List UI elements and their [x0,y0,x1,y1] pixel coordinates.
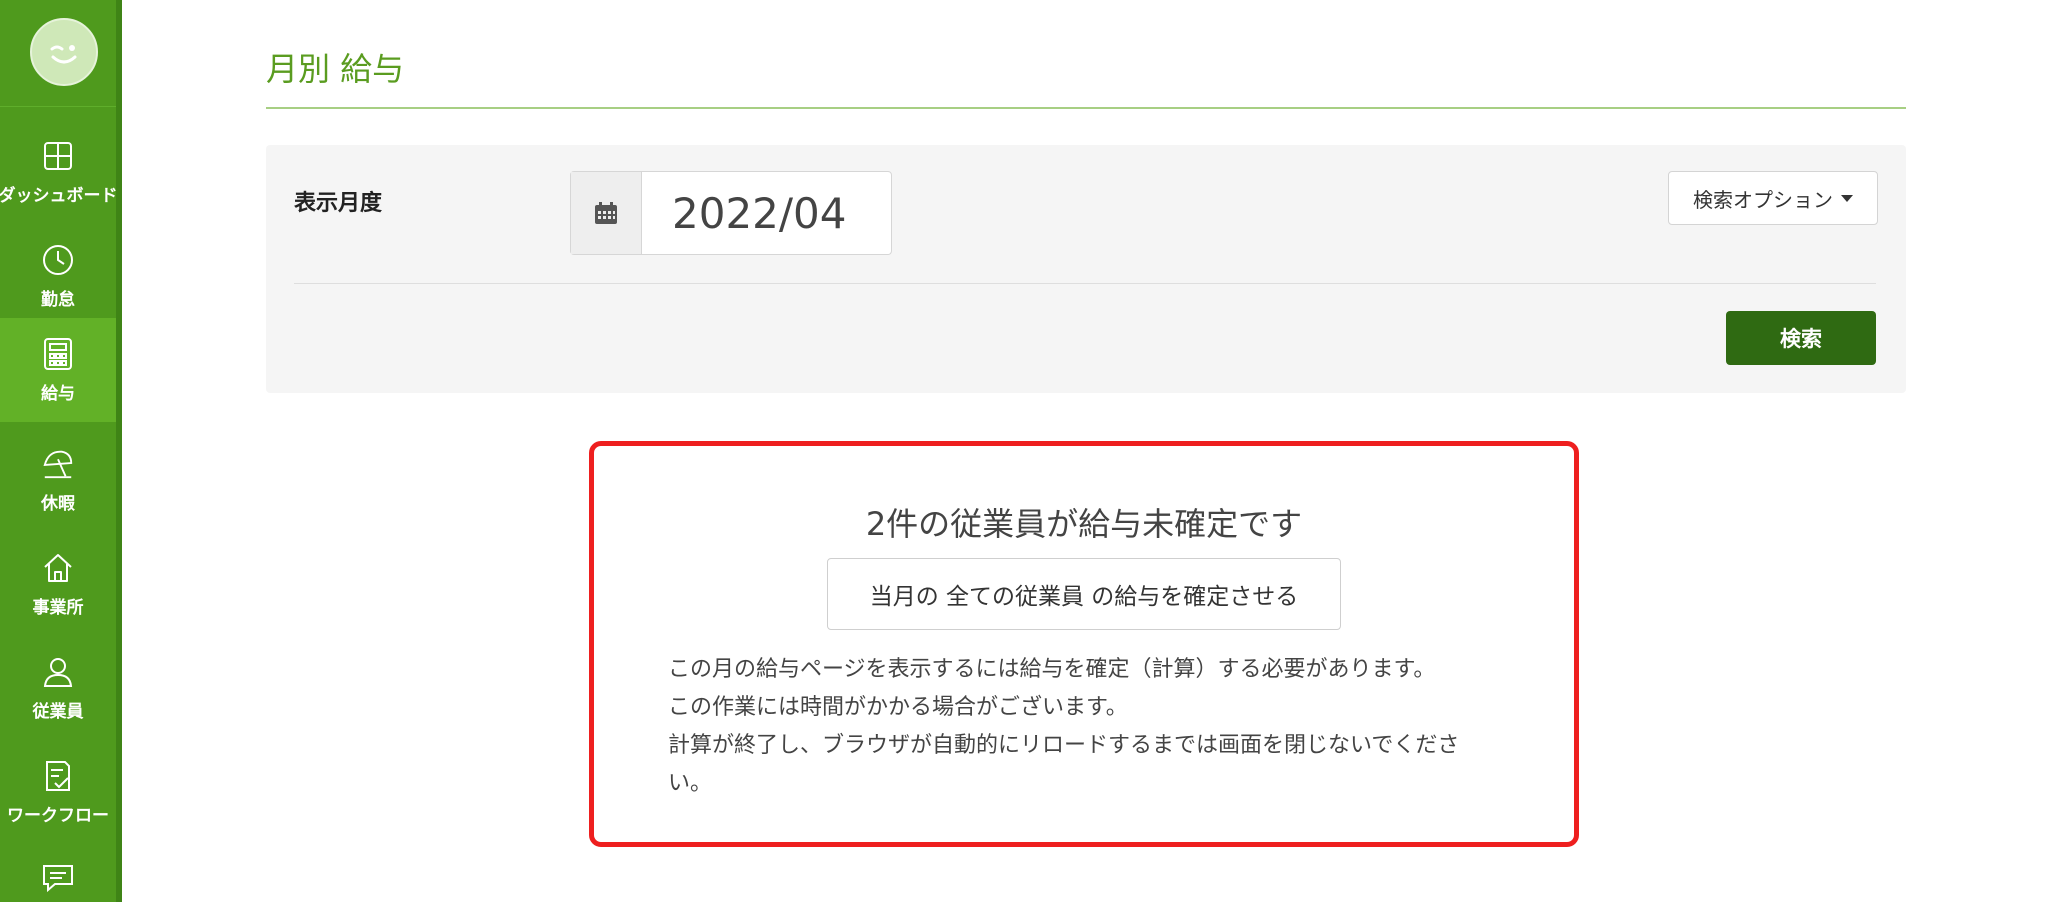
panel-divider [294,283,1876,284]
sidebar-item-attendance[interactable]: 勤怠 [0,224,116,328]
notice-line: この月の給与ページを表示するには給与を確定（計算）する必要があります。 [668,657,1436,682]
sidebar-item-office[interactable]: 事業所 [0,532,116,636]
sidebar-item-label: ダッシュボード [0,185,118,206]
search-options-button[interactable]: 検索オプション [1668,171,1878,225]
logo-avatar[interactable] [30,18,98,86]
sidebar-item-label: 給与 [41,383,75,404]
search-panel: 表示月度 2022/04 検索オプション 検索 [266,145,1906,393]
notice-line: この作業には時間がかかる場合がございます。 [668,695,1128,720]
beach-umbrella-icon [41,447,75,481]
home-icon [41,551,75,585]
search-options-label: 検索オプション [1693,187,1833,212]
notice-heading: 2件の従業員が給与未確定です [865,505,1303,543]
clock-icon [41,243,75,277]
unconfirmed-payroll-notice: 2件の従業員が給与未確定です 当月の 全ての従業員 の給与を確定させる この月の… [589,441,1579,847]
sidebar-item-payroll[interactable]: 給与 [0,318,116,422]
sidebar-item-label: 勤怠 [41,289,75,310]
sidebar-item-dashboard[interactable]: ダッシュボード [0,120,118,224]
sidebar-item-label: 事業所 [32,597,84,618]
sidebar-item-employees[interactable]: 従業員 [0,636,116,740]
sidebar-divider [0,106,116,107]
wink-face-icon [50,45,77,64]
sidebar-item-label: 休暇 [41,493,75,514]
sidebar-item-label: ワークフロー [7,805,109,826]
sidebar-item-workflow[interactable]: ワークフロー [0,740,116,844]
notice-line: い。 [668,771,713,796]
month-input[interactable]: 2022/04 [642,172,891,254]
caret-down-icon [1841,194,1853,202]
chat-icon [41,862,75,894]
calculator-icon [41,337,75,371]
calendar-icon[interactable] [571,172,642,254]
title-underline [266,107,1906,109]
user-icon [41,655,75,689]
confirm-all-payroll-button[interactable]: 当月の 全ての従業員 の給与を確定させる [827,558,1341,630]
sidebar-item-messages[interactable] [0,844,116,902]
sidebar-item-label: 従業員 [32,701,84,722]
month-label: 表示月度 [294,191,383,216]
notice-description: この月の給与ページを表示するには給与を確定（計算）する必要があります。 この作業… [668,651,1528,803]
notice-line: 計算が終了し、ブラウザが自動的にリロードするまでは画面を閉じないでくださ [668,733,1460,758]
sidebar: ダッシュボード 勤怠 給与 休暇 事業所 従業員 ワークフロー [0,0,122,902]
checklist-icon [41,759,75,793]
page-title: 月別 給与 [266,50,405,88]
dashboard-icon [41,139,75,173]
month-picker[interactable]: 2022/04 [570,171,892,255]
search-button[interactable]: 検索 [1726,311,1876,365]
sidebar-item-leave[interactable]: 休暇 [0,428,116,532]
